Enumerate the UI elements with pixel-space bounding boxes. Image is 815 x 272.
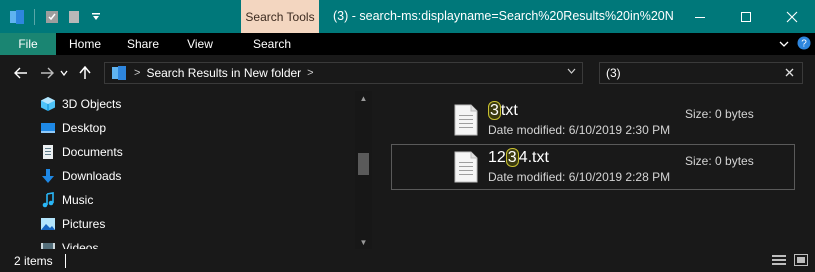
status-divider bbox=[64, 253, 66, 268]
address-history-dropdown-icon[interactable] bbox=[567, 66, 576, 77]
window-title: (3) - search-ms:displayname=Search%20Res… bbox=[333, 9, 673, 23]
file-size: Size: 0 bytes bbox=[685, 154, 754, 168]
tab-file[interactable]: File bbox=[0, 33, 56, 55]
maximize-button[interactable] bbox=[723, 0, 769, 33]
explorer-icon[interactable] bbox=[8, 8, 26, 26]
nav-item-videos[interactable]: Videos bbox=[0, 236, 372, 249]
nav-item-label: Music bbox=[62, 193, 94, 207]
date-modified: Date modified: 6/10/2019 2:28 PM bbox=[488, 170, 671, 184]
nav-item-desktop[interactable]: Desktop bbox=[0, 116, 372, 140]
tab-view[interactable]: View bbox=[172, 33, 228, 55]
pictures-icon bbox=[40, 216, 56, 232]
svg-text:?: ? bbox=[801, 38, 807, 49]
toolbar-divider bbox=[34, 8, 35, 25]
item-count: 2 items bbox=[14, 253, 53, 268]
3d-objects-icon bbox=[40, 96, 56, 112]
nav-item-label: Desktop bbox=[62, 121, 107, 135]
address-bar[interactable]: > Search Results in New folder > bbox=[104, 62, 583, 84]
search-match-highlight: 3 bbox=[505, 148, 519, 167]
desktop-icon bbox=[40, 120, 56, 136]
back-button[interactable] bbox=[10, 62, 32, 84]
close-button[interactable] bbox=[769, 0, 815, 33]
up-button[interactable] bbox=[74, 62, 96, 84]
nav-item-pictures[interactable]: Pictures bbox=[0, 212, 372, 236]
navigation-pane: 3D Objects Desktop Documents Downloads M… bbox=[0, 91, 372, 249]
address-row: > Search Results in New folder > (3) bbox=[0, 55, 815, 91]
documents-icon bbox=[40, 144, 56, 160]
scrollbar-thumb[interactable] bbox=[358, 153, 369, 175]
forward-button[interactable] bbox=[36, 62, 58, 84]
tab-home[interactable]: Home bbox=[56, 33, 114, 55]
help-icon[interactable]: ? bbox=[797, 36, 811, 53]
breadcrumb-search-results[interactable]: Search Results in New folder bbox=[146, 66, 301, 80]
expand-ribbon-icon[interactable] bbox=[779, 37, 789, 51]
file-size: Size: 0 bytes bbox=[685, 107, 754, 121]
properties-icon[interactable] bbox=[43, 8, 61, 26]
downloads-icon bbox=[40, 168, 56, 184]
nav-item-label: 3D Objects bbox=[62, 97, 122, 111]
tab-search[interactable]: Search bbox=[234, 33, 310, 55]
search-results-location-icon bbox=[110, 64, 128, 82]
results-pane: 3 txt Date modified: 6/10/2019 2:30 PM Si… bbox=[373, 91, 815, 249]
search-match-highlight: 3 bbox=[488, 101, 501, 120]
recent-locations-button[interactable] bbox=[58, 62, 70, 84]
ribbon-right-controls: ? bbox=[779, 33, 811, 55]
result-item[interactable]: 3 txt Date modified: 6/10/2019 2:30 PM Si… bbox=[391, 97, 795, 143]
search-box[interactable]: (3) bbox=[599, 62, 803, 84]
scroll-up-icon[interactable]: ▲ bbox=[355, 91, 372, 105]
search-input[interactable]: (3) bbox=[606, 66, 621, 80]
file-name-suffix: 4.txt bbox=[518, 149, 549, 166]
nav-item-downloads[interactable]: Downloads bbox=[0, 164, 372, 188]
large-icons-view-icon[interactable] bbox=[793, 253, 809, 267]
nav-item-label: Videos bbox=[62, 241, 99, 249]
nav-item-label: Documents bbox=[62, 145, 123, 159]
customize-dropdown-icon[interactable] bbox=[87, 8, 105, 26]
status-bar: 2 items bbox=[0, 249, 815, 272]
clear-search-icon[interactable] bbox=[785, 66, 794, 80]
music-icon bbox=[40, 192, 56, 208]
nav-item-label: Downloads bbox=[62, 169, 122, 183]
file-name-prefix: 12 bbox=[488, 149, 506, 166]
nav-item-label: Pictures bbox=[62, 217, 106, 231]
videos-icon bbox=[40, 240, 56, 249]
file-name: 12 3 4.txt bbox=[488, 148, 549, 167]
ribbon-tabs: File Home Share View Search ? bbox=[0, 33, 815, 55]
nav-item-music[interactable]: Music bbox=[0, 188, 372, 212]
quick-access-toolbar bbox=[0, 0, 105, 33]
breadcrumb-chevron-icon[interactable]: > bbox=[134, 67, 140, 79]
search-tools-context-tab[interactable]: Search Tools bbox=[241, 0, 319, 33]
title-bar: Search Tools (3) - search-ms:displayname… bbox=[0, 0, 815, 33]
tab-share[interactable]: Share bbox=[114, 33, 172, 55]
file-name-suffix: txt bbox=[500, 102, 518, 119]
nav-item-3d-objects[interactable]: 3D Objects bbox=[0, 92, 372, 116]
new-folder-icon[interactable] bbox=[65, 8, 83, 26]
file-name: 3 txt bbox=[488, 101, 518, 120]
result-item[interactable]: 12 3 4.txt Date modified: 6/10/2019 2:28 P… bbox=[391, 144, 795, 190]
scroll-down-icon[interactable]: ▼ bbox=[355, 235, 372, 249]
window-controls bbox=[677, 0, 815, 33]
date-modified: Date modified: 6/10/2019 2:30 PM bbox=[488, 123, 671, 137]
details-view-icon[interactable] bbox=[771, 253, 787, 267]
nav-item-documents[interactable]: Documents bbox=[0, 140, 372, 164]
text-file-icon bbox=[454, 104, 478, 136]
text-file-icon bbox=[454, 151, 478, 183]
nav-pane-scrollbar[interactable]: ▲ ▼ bbox=[355, 91, 372, 249]
view-buttons bbox=[771, 253, 809, 267]
breadcrumb-chevron-icon[interactable]: > bbox=[307, 67, 313, 79]
minimize-button[interactable] bbox=[677, 0, 723, 33]
